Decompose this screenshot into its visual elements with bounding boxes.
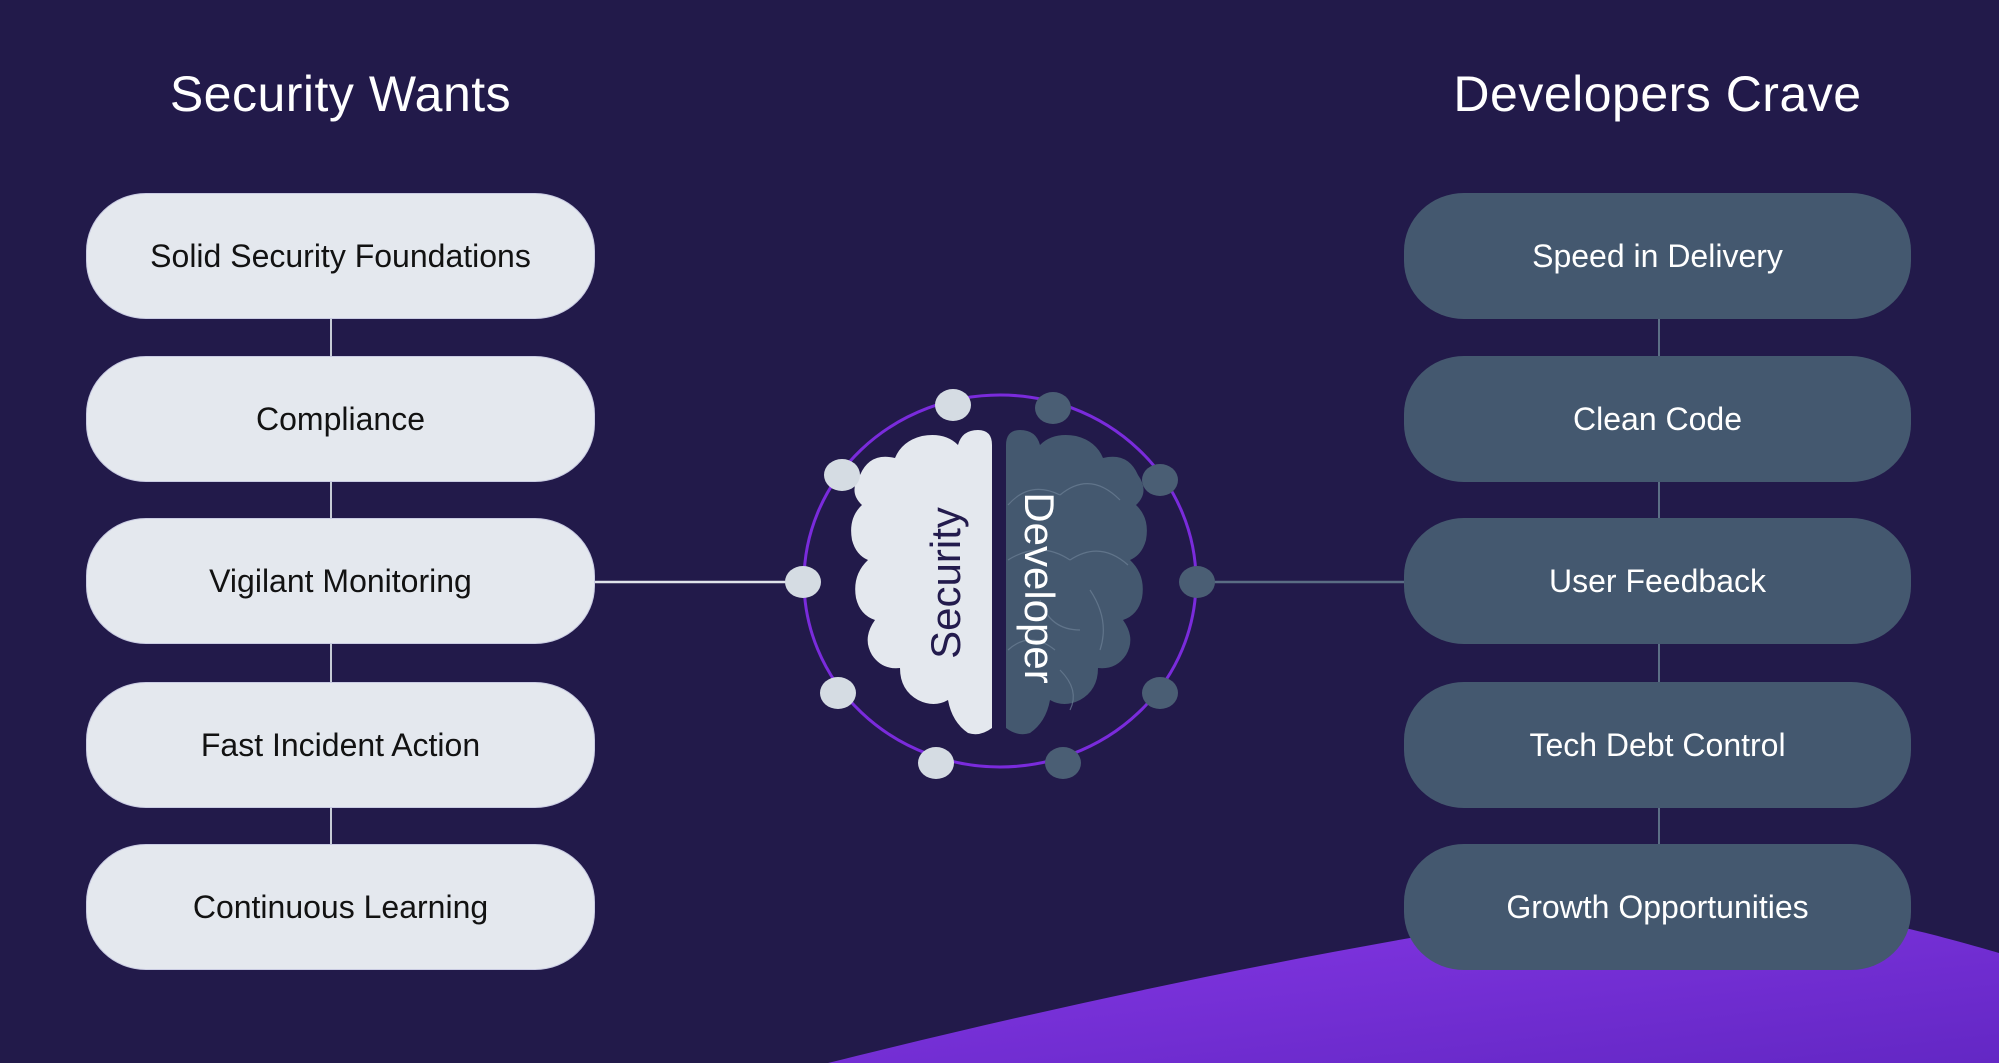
- brain-label-developer: Developer: [1016, 492, 1063, 684]
- orbit-dot: [1179, 566, 1215, 598]
- orbit-dot: [1035, 392, 1071, 424]
- list-connector: [330, 808, 332, 844]
- security-item-compliance: Compliance: [86, 356, 595, 482]
- orbit-dot: [918, 747, 954, 779]
- orbit-dot: [935, 389, 971, 421]
- list-connector: [1658, 644, 1660, 682]
- security-item-fast-incident-action: Fast Incident Action: [86, 682, 595, 808]
- orbit-dot: [1045, 747, 1081, 779]
- security-item-vigilant-monitoring: Vigilant Monitoring: [86, 518, 595, 644]
- security-column-title: Security Wants: [169, 66, 512, 122]
- developer-item-speed-in-delivery: Speed in Delivery: [1404, 193, 1911, 319]
- list-connector: [330, 644, 332, 682]
- brain-label-security: Security: [922, 507, 969, 659]
- orbit-dot: [785, 566, 821, 598]
- list-connector: [330, 319, 332, 356]
- orbit-dot: [824, 459, 860, 491]
- developer-item-user-feedback: User Feedback: [1404, 518, 1911, 644]
- orbit-dot: [820, 677, 856, 709]
- list-connector: [1658, 808, 1660, 844]
- orbit-dot: [1142, 464, 1178, 496]
- security-item-solid-foundations: Solid Security Foundations: [86, 193, 595, 319]
- list-connector: [1658, 482, 1660, 518]
- list-connector: [330, 482, 332, 518]
- developer-column-title: Developers Crave: [1453, 66, 1862, 122]
- diagram-canvas: Security Developer Security Wants Develo…: [0, 0, 1999, 1063]
- developer-item-tech-debt-control: Tech Debt Control: [1404, 682, 1911, 808]
- list-connector: [1658, 319, 1660, 356]
- developer-item-growth-opportunities: Growth Opportunities: [1404, 844, 1911, 970]
- developer-item-clean-code: Clean Code: [1404, 356, 1911, 482]
- orbit-dot: [1142, 677, 1178, 709]
- security-item-continuous-learning: Continuous Learning: [86, 844, 595, 970]
